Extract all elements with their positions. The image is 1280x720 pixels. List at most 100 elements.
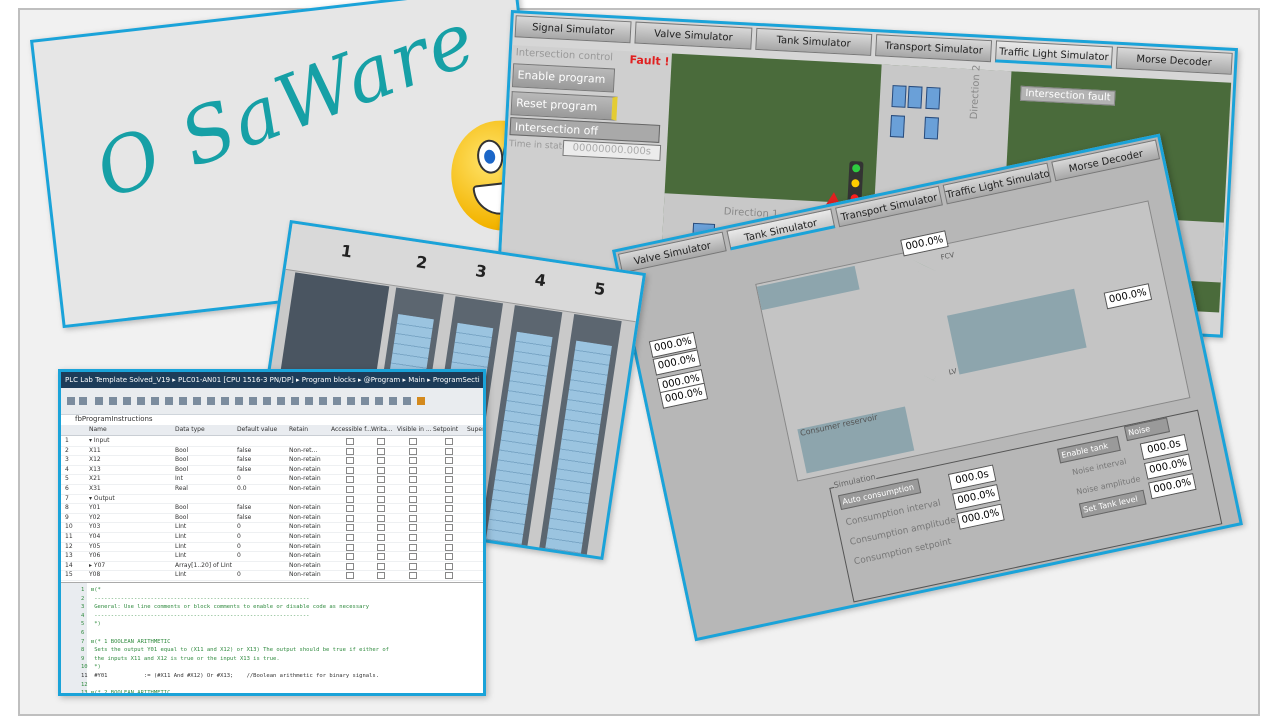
row-checkbox[interactable]: [445, 466, 453, 474]
tab-transport-simulator[interactable]: Transport Simulator: [875, 34, 993, 63]
row-checkbox[interactable]: [409, 553, 417, 561]
row-checkbox[interactable]: [346, 562, 354, 570]
toolbar-icon[interactable]: [347, 397, 355, 405]
row-checkbox[interactable]: [377, 524, 385, 532]
row-checkbox[interactable]: [346, 476, 354, 484]
row-checkbox[interactable]: [445, 457, 453, 465]
reset-program-button[interactable]: Reset program: [510, 91, 618, 121]
row-checkbox[interactable]: [346, 466, 354, 474]
row-checkbox[interactable]: [377, 486, 385, 493]
row-checkbox[interactable]: [409, 466, 417, 474]
toolbar-icon[interactable]: [123, 397, 131, 405]
row-checkbox[interactable]: [377, 534, 385, 541]
cell-num: 13: [65, 552, 73, 560]
toolbar-icon[interactable]: [151, 397, 159, 405]
row-checkbox[interactable]: [409, 543, 417, 551]
tab-morse-decoder[interactable]: Morse Decoder: [1115, 46, 1233, 75]
row-checkbox[interactable]: [346, 572, 354, 580]
row-checkbox[interactable]: [377, 495, 385, 503]
row-checkbox[interactable]: [409, 514, 417, 522]
toolbar-icon[interactable]: [403, 397, 411, 405]
row-checkbox[interactable]: [377, 505, 385, 513]
row-checkbox[interactable]: [346, 543, 354, 551]
tab-valve-simulator[interactable]: Valve Simulator: [634, 21, 753, 50]
row-checkbox[interactable]: [377, 543, 385, 551]
toolbar-icon[interactable]: [165, 397, 173, 405]
toolbar-icon[interactable]: [221, 397, 229, 405]
row-checkbox[interactable]: [409, 447, 417, 455]
row-checkbox[interactable]: [346, 438, 354, 445]
toolbar-icon[interactable]: [319, 397, 327, 405]
row-checkbox[interactable]: [346, 457, 354, 465]
row-checkbox[interactable]: [346, 447, 354, 455]
row-checkbox[interactable]: [445, 476, 453, 484]
row-checkbox[interactable]: [346, 495, 354, 503]
cell-type: LInt: [175, 552, 187, 560]
toolbar-icon[interactable]: [263, 397, 271, 405]
row-checkbox[interactable]: [409, 505, 417, 513]
toolbar-icon[interactable]: [67, 397, 75, 405]
toolbar-icon[interactable]: [305, 397, 313, 405]
toolbar-icon[interactable]: [333, 397, 341, 405]
row-checkbox[interactable]: [377, 466, 385, 474]
toolbar-icon[interactable]: [95, 397, 103, 405]
row-checkbox[interactable]: [346, 553, 354, 561]
row-checkbox[interactable]: [377, 457, 385, 465]
tab-signal-simulator[interactable]: Signal Simulator: [514, 15, 632, 44]
row-checkbox[interactable]: [445, 524, 453, 532]
toolbar-icon[interactable]: [361, 397, 369, 405]
row-checkbox[interactable]: [377, 572, 385, 580]
row-checkbox[interactable]: [409, 438, 417, 445]
row-checkbox[interactable]: [409, 562, 417, 570]
row-checkbox[interactable]: [445, 562, 453, 570]
tab-traffic-light-simulator[interactable]: Traffic Light Simulator: [995, 40, 1113, 69]
row-checkbox[interactable]: [377, 514, 385, 522]
row-checkbox[interactable]: [346, 534, 354, 541]
col-accessible: Accessible f...: [331, 426, 372, 433]
row-checkbox[interactable]: [445, 505, 453, 513]
row-checkbox[interactable]: [445, 495, 453, 503]
row-checkbox[interactable]: [409, 534, 417, 541]
toolbar-icon[interactable]: [375, 397, 383, 405]
row-checkbox[interactable]: [377, 476, 385, 484]
row-checkbox[interactable]: [445, 553, 453, 561]
row-checkbox[interactable]: [445, 447, 453, 455]
toolbar-icon[interactable]: [109, 397, 117, 405]
toolbar-icon[interactable]: [193, 397, 201, 405]
row-checkbox[interactable]: [346, 505, 354, 513]
cell-num: 14: [65, 561, 73, 569]
row-checkbox[interactable]: [346, 514, 354, 522]
row-checkbox[interactable]: [445, 534, 453, 541]
row-checkbox[interactable]: [409, 495, 417, 503]
toolbar-icon[interactable]: [277, 397, 285, 405]
toolbar-icon[interactable]: [79, 397, 87, 405]
row-checkbox[interactable]: [409, 524, 417, 532]
row-checkbox[interactable]: [377, 447, 385, 455]
row-checkbox[interactable]: [409, 486, 417, 493]
row-checkbox[interactable]: [409, 476, 417, 484]
toolbar-icon[interactable]: [417, 397, 425, 405]
row-checkbox[interactable]: [445, 514, 453, 522]
toolbar-icon[interactable]: [137, 397, 145, 405]
toolbar-icon[interactable]: [389, 397, 397, 405]
toolbar-icon[interactable]: [207, 397, 215, 405]
row-checkbox[interactable]: [346, 486, 354, 493]
tab-tank-simulator[interactable]: Tank Simulator: [754, 27, 873, 56]
row-checkbox[interactable]: [445, 438, 453, 445]
code-editor[interactable]: 1 ⊟(* 2 ---------------------------------…: [61, 582, 483, 693]
row-checkbox[interactable]: [409, 457, 417, 465]
table-row[interactable]: 15 Y08 LInt 0 Non-retain: [61, 570, 483, 581]
row-checkbox[interactable]: [377, 553, 385, 561]
toolbar-icon[interactable]: [249, 397, 257, 405]
row-checkbox[interactable]: [445, 572, 453, 580]
toolbar-icon[interactable]: [179, 397, 187, 405]
row-checkbox[interactable]: [445, 543, 453, 551]
row-checkbox[interactable]: [377, 562, 385, 570]
row-checkbox[interactable]: [445, 486, 453, 493]
toolbar-icon[interactable]: [291, 397, 299, 405]
enable-program-button[interactable]: Enable program: [511, 63, 616, 93]
row-checkbox[interactable]: [409, 572, 417, 580]
row-checkbox[interactable]: [377, 438, 385, 445]
row-checkbox[interactable]: [346, 524, 354, 532]
toolbar-icon[interactable]: [235, 397, 243, 405]
